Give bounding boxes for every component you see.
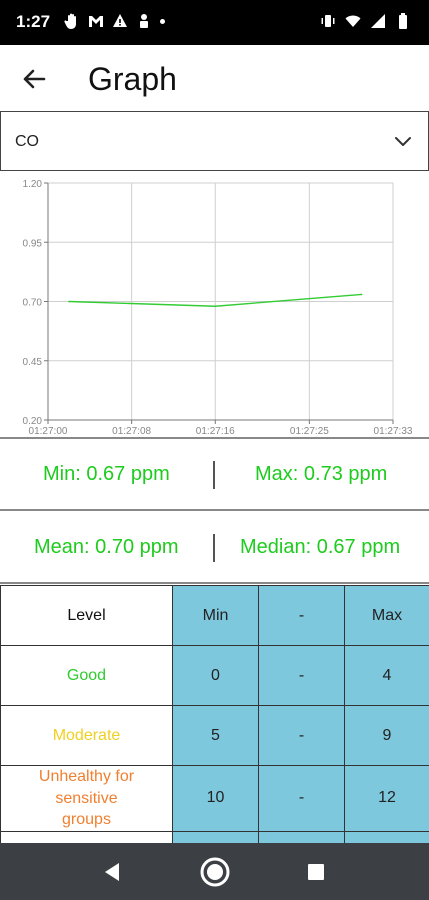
back-nav-icon: [105, 863, 119, 881]
x-tick-label: 01:27:08: [112, 426, 151, 437]
stats-row-min-max: Min: 0.67 ppm Max: 0.73 ppm: [0, 439, 429, 511]
status-time: 1:27: [16, 12, 51, 31]
battery-icon: [395, 12, 411, 30]
stat-separator: [213, 534, 215, 562]
dot-icon: [160, 18, 165, 24]
stat-median: Median: 0.67 ppm: [240, 536, 401, 558]
system-nav-bar: [0, 843, 429, 900]
stat-separator: [213, 461, 215, 489]
level-good: Good: [0, 645, 173, 706]
x-tick-label: 01:27:25: [290, 426, 329, 437]
table-row: Good 0 - 4: [0, 645, 429, 706]
row-max: 9: [344, 705, 429, 766]
notification-icons: [64, 12, 165, 30]
series-point: [360, 293, 363, 296]
x-tick-label: 01:27:00: [29, 426, 68, 437]
chart-svg: 0.200.450.700.951.2001:27:00 01:27:08 01:2…: [23, 179, 413, 437]
y-tick-label: 0.95: [23, 238, 43, 249]
row-dash: -: [258, 645, 345, 706]
y-tick-label: 0.45: [23, 357, 43, 368]
header-max: Max: [344, 585, 429, 646]
row-min: 10: [172, 765, 259, 832]
table-row: Unhealthy for sensitive groups 10 - 12: [0, 765, 429, 832]
warning-icon: [112, 12, 128, 30]
vibrate-icon: [320, 12, 336, 30]
system-icons: [320, 12, 411, 30]
stats-row-mean-median: Mean: 0.70 ppm Median: 0.67 ppm: [0, 512, 429, 584]
stat-mean: Mean: 0.70 ppm: [34, 536, 179, 558]
y-tick-label: 0.70: [23, 298, 43, 309]
level-moderate: Moderate: [0, 705, 173, 766]
row-max: 4: [344, 645, 429, 706]
gas-select-dropdown[interactable]: CO: [0, 111, 429, 171]
person-icon: [136, 12, 152, 30]
stat-max: Max: 0.73 ppm: [255, 463, 388, 485]
series-point: [68, 300, 70, 303]
back-button[interactable]: [18, 63, 50, 95]
row-max: 12: [344, 765, 429, 832]
row-dash: -: [258, 705, 345, 766]
home-nav-icon: [200, 857, 230, 887]
status-bar: 1:27: [0, 0, 429, 45]
app-bar: Graph: [0, 45, 429, 111]
row-min: 0: [172, 645, 259, 706]
x-tick-label: 01:27:33: [374, 426, 413, 437]
row-dash: -: [258, 765, 345, 832]
x-tick-label: 01:27:16: [196, 426, 235, 437]
gas-select-value: CO: [15, 133, 39, 150]
gmail-icon: [88, 12, 104, 30]
header-dash: -: [258, 585, 345, 646]
nav-home-button[interactable]: [198, 855, 232, 889]
level-unhealthy-sensitive: Unhealthy for sensitive groups: [0, 765, 173, 832]
line-chart: 0.20 0.45 0.70 0.95 1.20 01:27:00 01:27:08 01:2…: [0, 172, 429, 438]
signal-icon: [370, 12, 386, 30]
wifi-icon: [345, 12, 361, 30]
nav-recents-button[interactable]: [299, 855, 333, 889]
table-header-row: Level Min - Max: [0, 585, 429, 646]
y-tick-label: 1.20: [23, 179, 43, 190]
header-min: Min: [172, 585, 259, 646]
table-row: Moderate 5 - 9: [0, 705, 429, 766]
recents-nav-icon: [308, 864, 324, 880]
hand-icon: [64, 12, 80, 30]
nav-back-button[interactable]: [96, 855, 130, 889]
series-point: [214, 305, 217, 308]
page-title: Graph: [88, 61, 177, 97]
header-level: Level: [0, 585, 173, 646]
chevron-down-icon: [392, 130, 414, 152]
arrow-back-icon: [23, 69, 46, 89]
stat-min: Min: 0.67 ppm: [43, 463, 170, 485]
row-min: 5: [172, 705, 259, 766]
